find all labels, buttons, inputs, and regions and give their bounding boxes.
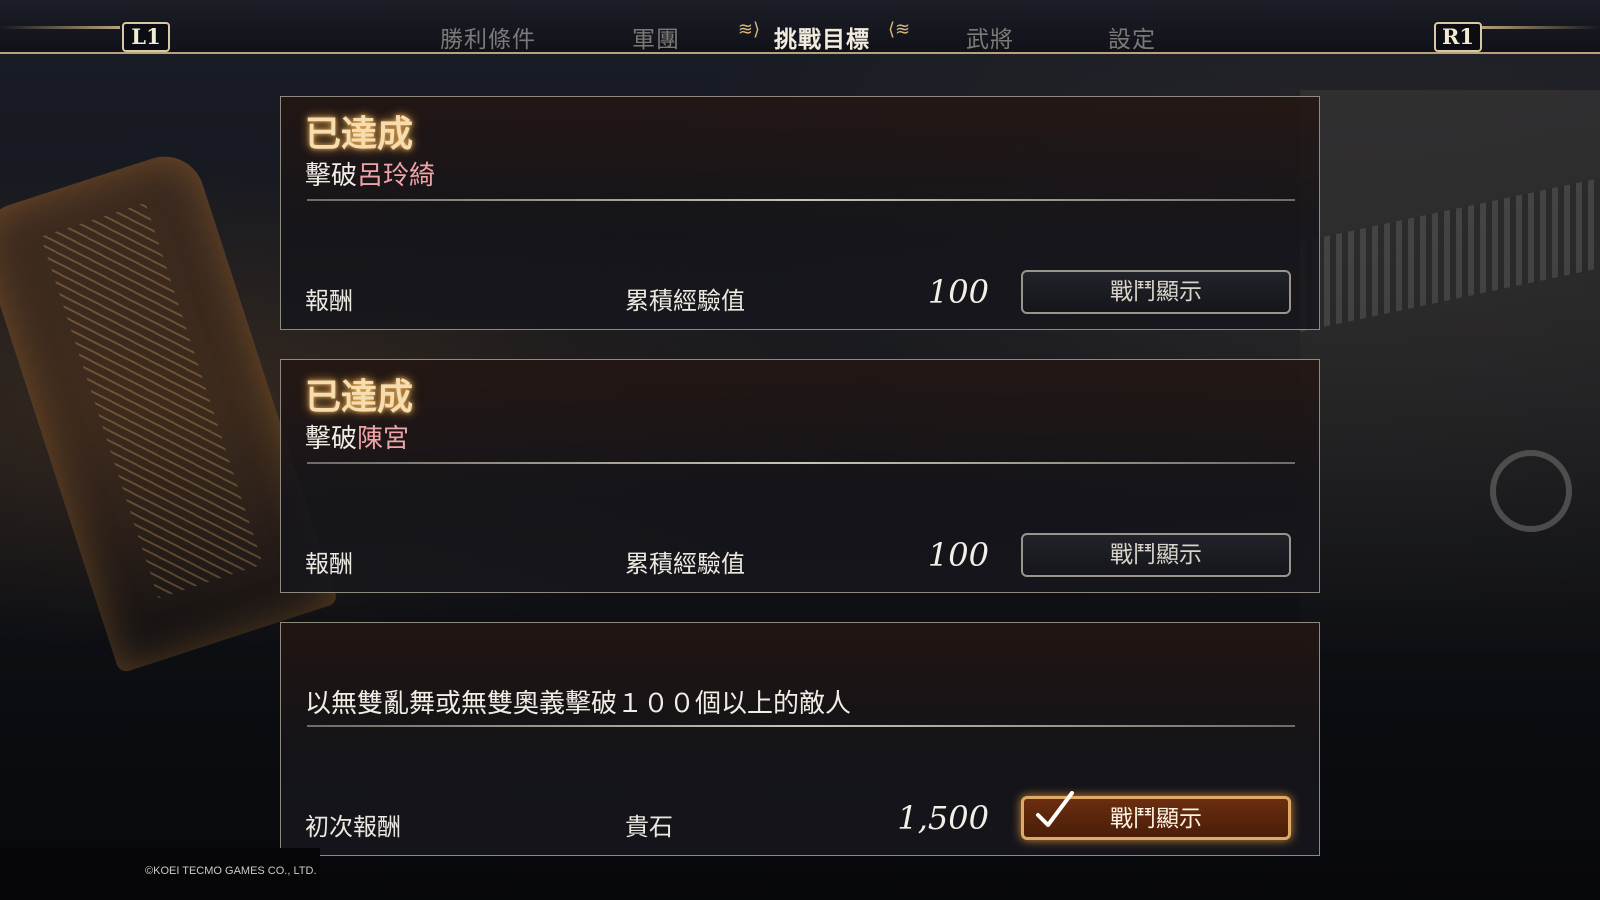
menu-tab-bar: L1 勝利條件 軍團 ≋⟩ 挑戰目標 ⟨≋ 武將 設定 R1 — [0, 0, 1600, 54]
mission-card[interactable]: 已達成 擊破陳宮 報酬 累積經驗值 100 戰鬥顯示 — [280, 359, 1320, 593]
battle-display-button[interactable]: 戰鬥顯示 — [1021, 791, 1291, 840]
tab-challenge-goals[interactable]: 挑戰目標 — [774, 20, 870, 54]
battle-display-label: 戰鬥顯示 — [1110, 806, 1202, 832]
reward-value: 100 — [927, 536, 989, 574]
left-wing-ornament — [0, 26, 120, 29]
objective-prefix: 擊破 — [305, 161, 358, 191]
checkmark-icon — [1036, 791, 1074, 827]
tab-settings[interactable]: 設定 — [1108, 20, 1156, 54]
reward-item: 貴石 — [625, 813, 673, 841]
status-badge: 已達成 — [305, 377, 414, 418]
r1-button[interactable]: R1 — [1434, 22, 1482, 52]
mission-card[interactable]: 以無雙亂舞或無雙奧義擊破１００個以上的敵人 初次報酬 貴石 1,500 戰鬥顯示 — [280, 622, 1320, 856]
right-wing-ornament — [1480, 26, 1600, 29]
reward-label: 報酬 — [305, 287, 353, 315]
tab-victory-conditions[interactable]: 勝利條件 — [440, 20, 536, 54]
mission-card[interactable]: 已達成 擊破呂玲綺 報酬 累積經驗值 100 戰鬥顯示 — [280, 96, 1320, 330]
background-medallion — [1490, 450, 1572, 532]
reward-value: 1,500 — [897, 799, 989, 837]
battle-display-button[interactable]: 戰鬥顯示 — [1021, 533, 1291, 577]
divider — [307, 725, 1295, 727]
mission-objective: 擊破陳宮 — [305, 418, 409, 455]
wing-right-icon: ⟨≋ — [888, 19, 911, 40]
reward-item: 累積經驗值 — [625, 287, 745, 315]
status-badge: 已達成 — [305, 114, 414, 155]
objective-prefix: 擊破 — [305, 424, 358, 454]
mission-objective: 擊破呂玲綺 — [305, 155, 435, 192]
copyright-notice: ©KOEI TECMO GAMES CO., LTD. — [0, 848, 320, 900]
objective-target: 陳宮 — [357, 424, 410, 454]
reward-label: 初次報酬 — [305, 813, 401, 841]
objective-target: 呂玲綺 — [357, 161, 436, 191]
background-roof — [1300, 178, 1600, 332]
game-screen: L1 勝利條件 軍團 ≋⟩ 挑戰目標 ⟨≋ 武將 設定 R1 已達成 擊破呂玲綺… — [0, 0, 1600, 900]
wing-left-icon: ≋⟩ — [737, 19, 760, 40]
battle-display-button[interactable]: 戰鬥顯示 — [1021, 270, 1291, 314]
divider — [307, 199, 1295, 201]
reward-label: 報酬 — [305, 550, 353, 578]
reward-value: 100 — [927, 273, 989, 311]
mission-objective: 以無雙亂舞或無雙奧義擊破１００個以上的敵人 — [305, 689, 852, 719]
tab-officers[interactable]: 武將 — [966, 20, 1014, 54]
background-building-art — [1300, 90, 1600, 650]
l1-button[interactable]: L1 — [122, 22, 170, 52]
copyright-text: ©KOEI TECMO GAMES CO., LTD. — [145, 865, 317, 877]
tab-army[interactable]: 軍團 — [632, 20, 680, 54]
reward-item: 累積經驗值 — [625, 550, 745, 578]
divider — [307, 462, 1295, 464]
